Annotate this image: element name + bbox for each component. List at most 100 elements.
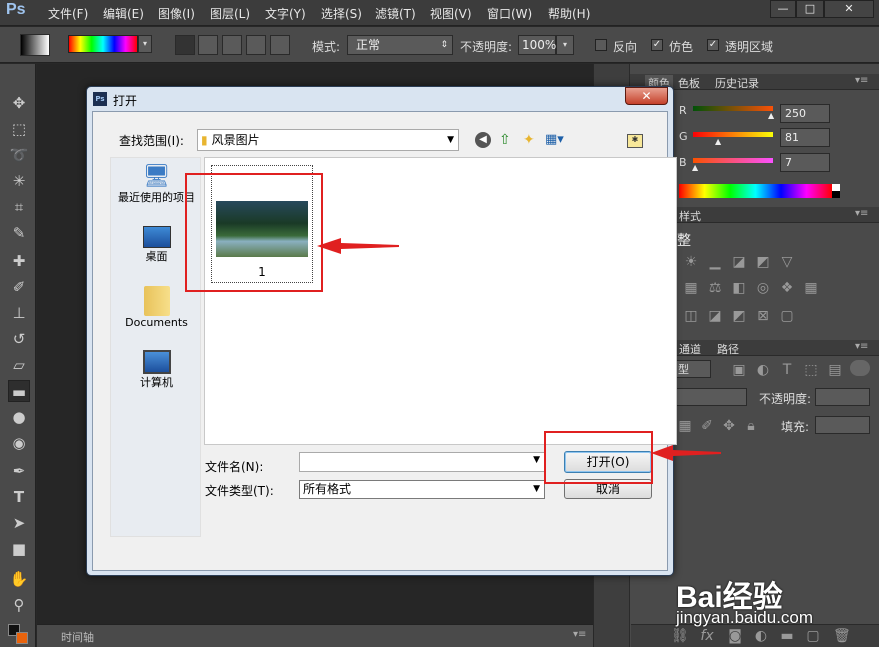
eraser-tool-icon[interactable]: ▱: [8, 354, 30, 376]
gradient-map-icon[interactable]: ⊠: [755, 308, 771, 324]
channel-g-slider[interactable]: [693, 132, 773, 137]
mixer-icon[interactable]: ❖: [779, 280, 795, 296]
fill-input[interactable]: [815, 416, 870, 434]
menu-select[interactable]: 选择(S): [321, 5, 362, 22]
transparency-checkbox[interactable]: ✓: [707, 39, 719, 51]
panel-menu-icon[interactable]: ▾≡: [573, 629, 586, 640]
levels-icon[interactable]: ▁: [707, 254, 723, 270]
threshold-icon[interactable]: ◩: [731, 308, 747, 324]
lock-position-icon[interactable]: ✥: [721, 418, 737, 434]
channel-g-thumb-icon[interactable]: ▲: [715, 137, 721, 146]
lock-paint-icon[interactable]: ✐: [699, 418, 715, 434]
background-color-swatch[interactable]: [16, 632, 28, 644]
rectangle-tool-icon[interactable]: ■: [8, 538, 30, 560]
channel-b-slider[interactable]: [693, 158, 773, 163]
reverse-checkbox[interactable]: [595, 39, 607, 51]
opacity-dropdown-icon[interactable]: ▾: [556, 35, 574, 55]
layer-opacity-input[interactable]: [815, 388, 870, 406]
tab-swatches[interactable]: 色板: [678, 75, 700, 91]
panel-menu-icon[interactable]: ▾≡: [855, 208, 868, 219]
exposure-icon[interactable]: ◩: [755, 254, 771, 270]
gradient-picker[interactable]: [68, 35, 138, 53]
brightness-icon[interactable]: ☀: [683, 254, 699, 270]
filename-input[interactable]: ▼: [299, 452, 545, 472]
preview-icon[interactable]: ✱: [627, 134, 643, 148]
new-folder-icon[interactable]: ✦: [523, 132, 535, 148]
path-select-icon[interactable]: ➤: [8, 512, 30, 534]
bw-icon[interactable]: ◧: [731, 280, 747, 296]
menu-type[interactable]: 文字(Y): [265, 5, 306, 22]
curves-icon[interactable]: ◪: [731, 254, 747, 270]
view-menu-icon[interactable]: ▦▾: [545, 132, 564, 147]
channel-g-value[interactable]: 81: [780, 128, 830, 147]
dither-checkbox[interactable]: ✓: [651, 39, 663, 51]
mask-icon[interactable]: ◙: [727, 628, 743, 644]
channel-b-thumb-icon[interactable]: ▲: [692, 163, 698, 172]
zoom-tool-icon[interactable]: ⚲: [8, 594, 30, 616]
menu-edit[interactable]: 编辑(E): [103, 5, 144, 22]
diamond-gradient-icon[interactable]: [270, 35, 290, 55]
place-computer[interactable]: 计算机: [111, 350, 202, 390]
link-icon[interactable]: ⛓: [671, 628, 689, 644]
fx-icon[interactable]: fx: [699, 628, 715, 644]
trash-icon[interactable]: 🗑︎: [833, 628, 851, 644]
smart-filter-icon[interactable]: ▤: [827, 362, 843, 378]
gradient-dropdown-icon[interactable]: ▾: [138, 35, 152, 53]
dialog-close-button[interactable]: ✕: [625, 87, 668, 105]
look-in-select[interactable]: ▮ 风景图片 ▼: [197, 129, 459, 151]
blend-mode-select[interactable]: [675, 388, 747, 406]
menu-window[interactable]: 窗口(W): [487, 5, 532, 22]
stamp-tool-icon[interactable]: ⊥: [8, 302, 30, 324]
vibrance-icon[interactable]: ▽: [779, 254, 795, 270]
tab-history[interactable]: 历史记录: [715, 75, 759, 91]
gradient-tool-icon[interactable]: [20, 34, 50, 56]
lock-pixels-icon[interactable]: ▦: [677, 418, 693, 434]
lookup-icon[interactable]: ▦: [803, 280, 819, 296]
marquee-tool-icon[interactable]: ⬚: [8, 118, 30, 140]
panel-menu-icon[interactable]: ▾≡: [855, 75, 868, 86]
posterize-icon[interactable]: ◪: [707, 308, 723, 324]
hue-icon[interactable]: ▦: [683, 280, 699, 296]
lock-all-icon[interactable]: 🔒︎: [743, 418, 759, 434]
layer-kind-select[interactable]: 型: [675, 360, 711, 378]
opacity-input[interactable]: 100%: [518, 35, 556, 55]
up-folder-icon[interactable]: ⇧: [499, 132, 511, 148]
magic-wand-icon[interactable]: ✳: [8, 170, 30, 192]
filter-toggle[interactable]: [850, 360, 870, 376]
invert-icon[interactable]: ◫: [683, 308, 699, 324]
move-tool-icon[interactable]: ✥: [8, 92, 30, 114]
channel-b-value[interactable]: 7: [780, 153, 830, 172]
adjustment-layer-icon[interactable]: ◐: [753, 628, 769, 644]
tab-channels[interactable]: 通道: [679, 341, 701, 357]
photo-filter-icon[interactable]: ◎: [755, 280, 771, 296]
black-white-swatch[interactable]: [832, 184, 840, 198]
blur-tool-icon[interactable]: ●: [8, 406, 30, 428]
menu-view[interactable]: 视图(V): [430, 5, 472, 22]
group-icon[interactable]: ▬: [779, 628, 795, 644]
back-icon[interactable]: ◀: [475, 132, 491, 148]
channel-r-value[interactable]: 250: [780, 104, 830, 123]
menu-filter[interactable]: 滤镜(T): [375, 5, 416, 22]
filetype-select[interactable]: 所有格式 ▼: [299, 480, 545, 499]
close-app-button[interactable]: ✕: [824, 0, 874, 18]
hand-tool-icon[interactable]: ✋: [8, 568, 30, 590]
new-layer-icon[interactable]: ▢: [805, 628, 821, 644]
healing-brush-icon[interactable]: ✚: [8, 250, 30, 272]
channel-r-slider[interactable]: [693, 106, 773, 111]
type-filter-icon[interactable]: T: [779, 362, 795, 378]
maximize-button[interactable]: □: [796, 0, 824, 18]
selective-color-icon[interactable]: ▢: [779, 308, 795, 324]
crop-tool-icon[interactable]: ⌗: [8, 196, 30, 218]
reflected-gradient-icon[interactable]: [246, 35, 266, 55]
lasso-tool-icon[interactable]: ➰: [8, 144, 30, 166]
menu-file[interactable]: 文件(F): [48, 5, 88, 22]
radial-gradient-icon[interactable]: [198, 35, 218, 55]
menu-image[interactable]: 图像(I): [158, 5, 195, 22]
color-spectrum[interactable]: [679, 184, 832, 198]
gradient-tool-selected-icon[interactable]: ▬: [8, 380, 30, 402]
pen-tool-icon[interactable]: ✒: [8, 460, 30, 482]
type-tool-icon[interactable]: T: [8, 486, 30, 508]
eyedropper-icon[interactable]: ✎: [8, 222, 30, 244]
linear-gradient-icon[interactable]: [175, 35, 195, 55]
menu-layer[interactable]: 图层(L): [210, 5, 250, 22]
